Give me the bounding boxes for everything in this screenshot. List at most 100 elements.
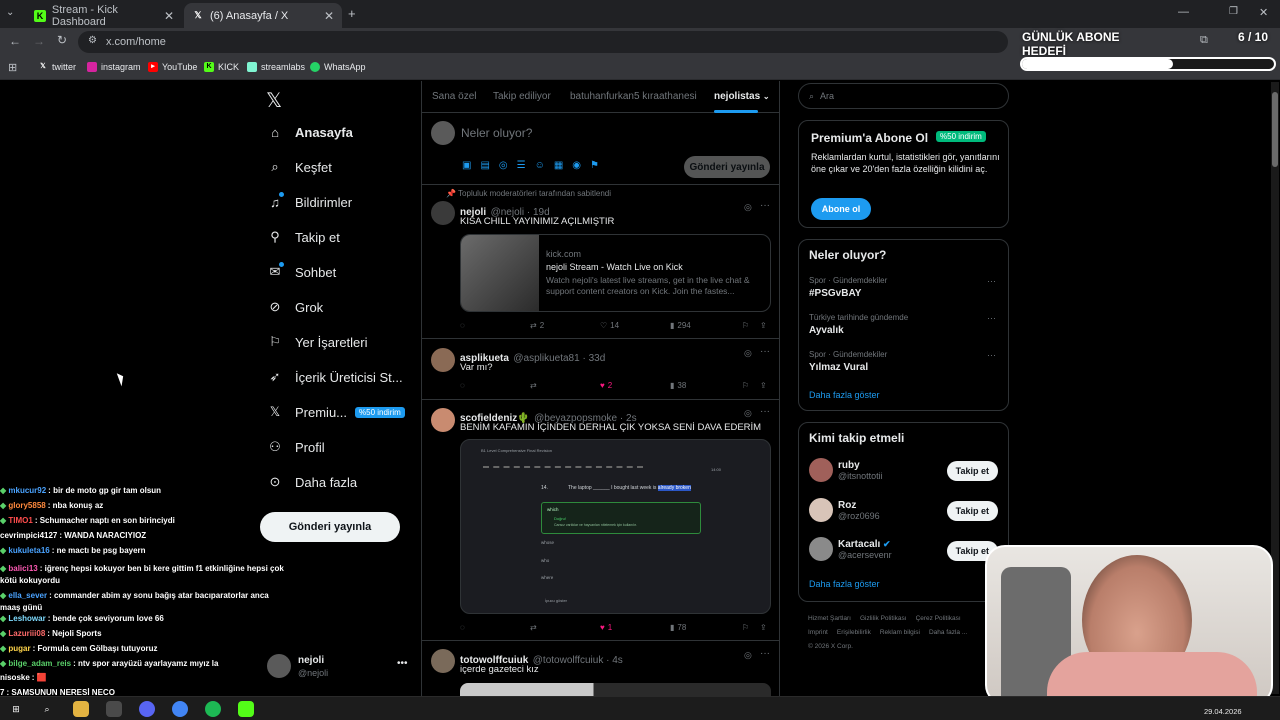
chrome-icon[interactable]	[172, 701, 188, 717]
discord-icon[interactable]	[139, 701, 155, 717]
footer-link[interactable]: Çerez Politikası	[916, 612, 961, 626]
like-button[interactable]: ♥ 2	[600, 381, 612, 390]
bookmark-streamlabs[interactable]: streamlabs	[247, 62, 305, 72]
forward-icon[interactable]: →	[33, 34, 45, 48]
footer-link[interactable]: Erişilebilirlik	[837, 626, 871, 640]
like-button[interactable]: ♡ 14	[600, 321, 619, 330]
poll-icon[interactable]: ☰	[517, 160, 526, 171]
location-icon[interactable]: ◉	[572, 160, 581, 171]
reply-button[interactable]: ◌	[460, 321, 465, 330]
trend-item[interactable]: Spor · Gündemdekiler Yılmaz Vural	[809, 350, 887, 373]
search-input[interactable]: ⌕ Ara	[798, 83, 1009, 109]
bookmark-instagram[interactable]: instagram	[87, 62, 141, 72]
reply-button[interactable]: ◌	[460, 381, 465, 390]
tab-for-you[interactable]: Sana özel	[432, 91, 476, 102]
link-card[interactable]: kick.com nejoli Stream - Watch Live on K…	[460, 234, 771, 312]
post-media[interactable]	[460, 683, 771, 696]
views-button[interactable]: ▮ 294	[670, 321, 691, 330]
footer-link[interactable]: Imprint	[808, 626, 828, 640]
avatar[interactable]	[431, 408, 455, 432]
flag-icon[interactable]: ⚑	[590, 160, 599, 171]
grok-icon[interactable]: ◎	[744, 408, 752, 419]
tab-following[interactable]: Takip ediliyor	[493, 91, 551, 102]
follow-item[interactable]: Roz @roz0696	[809, 498, 880, 522]
trend-item[interactable]: Türkiye tarihinde gündemde Ayvalık	[809, 313, 908, 336]
post[interactable]: totowolffcuiuk @totowolffcuiuk · 4s ◎ ··…	[422, 641, 779, 696]
sidebar-item-profile[interactable]: ⚇ Profil	[267, 439, 324, 455]
sidebar-item-rocket[interactable]: ➶ İçerik Üreticisi St...	[267, 369, 403, 385]
subscribe-button[interactable]: Abone ol	[811, 198, 871, 220]
views-button[interactable]: ▮ 78	[670, 623, 686, 632]
trends-show-more[interactable]: Daha fazla göster	[809, 390, 880, 400]
start-icon[interactable]: ⊞	[8, 701, 24, 717]
compose-input[interactable]: Neler oluyor?	[461, 126, 532, 140]
bookmark-icon[interactable]: ⚐	[742, 381, 749, 390]
sidebar-item-bell[interactable]: ♫ Bildirimler	[267, 191, 352, 210]
post-pinned[interactable]: 📌 Topluluk moderatörleri tarafından sabi…	[422, 185, 779, 339]
reload-icon[interactable]: ↻	[57, 33, 67, 47]
grok-icon[interactable]: ◎	[744, 650, 752, 661]
follow-button[interactable]: Takip et	[946, 461, 998, 481]
file-explorer-icon[interactable]	[73, 701, 89, 717]
browser-tab-x[interactable]: 𝕏 (6) Anasayfa / X ✕	[184, 3, 342, 28]
quiz-option[interactable]: whose	[541, 540, 554, 545]
more-icon[interactable]: •••	[397, 658, 408, 669]
quiz-option-correct[interactable]: which Doğru! Cansız varlıklar ve hayvanl…	[541, 502, 701, 534]
post[interactable]: scofieldeniz🌵 @beyazpopsmoke · 2s ◎ ··· …	[422, 400, 779, 641]
close-window-icon[interactable]: ✕	[1259, 6, 1268, 19]
bookmark-icon[interactable]: ⚐	[742, 321, 749, 330]
post[interactable]: asplikueta @asplikueta81 · 33d ◎ ··· Var…	[422, 339, 779, 400]
spotify-icon[interactable]	[205, 701, 221, 717]
sidebar-item-home[interactable]: ⌂ Anasayfa	[267, 124, 353, 140]
address-bar[interactable]: ⚙ x.com/home	[78, 31, 1008, 53]
search-icon[interactable]: ⌕	[39, 701, 55, 717]
kick-app-icon[interactable]	[238, 701, 254, 717]
scrollbar-thumb[interactable]	[1272, 92, 1278, 167]
media-icon[interactable]: ▣	[462, 160, 471, 171]
trend-item[interactable]: Spor · Gündemdekiler #PSGvBAY	[809, 276, 887, 299]
restore-icon[interactable]: ❐	[1229, 6, 1238, 17]
tab-list-kiraathanesi[interactable]: batuhanfurkan5 kıraathanesi	[570, 91, 697, 102]
like-button[interactable]: ♥ 1	[600, 623, 612, 632]
footer-link[interactable]: Reklam bilgisi	[880, 626, 920, 640]
sidebar-item-add-user[interactable]: ⚲ Takip et	[267, 229, 340, 245]
more-icon[interactable]: ···	[987, 313, 996, 323]
bookmark-whatsapp[interactable]: WhatsApp	[310, 62, 366, 72]
tab-search-icon[interactable]: ⌄	[6, 7, 14, 18]
sidebar-item-x-logo[interactable]: 𝕏 Premiu... %50 indirim	[267, 404, 405, 420]
sidebar-item-bookmark[interactable]: ⚐ Yer İşaretleri	[267, 334, 367, 350]
compose-post-button[interactable]: Gönderi yayınla	[684, 156, 770, 178]
app-icon[interactable]	[106, 701, 122, 717]
avatar[interactable]	[431, 649, 455, 673]
follow-item[interactable]: ruby @itsnottotii	[809, 458, 883, 482]
more-icon[interactable]: ···	[760, 346, 770, 357]
gif-icon[interactable]: ▤	[480, 160, 489, 171]
footer-link[interactable]: Hizmet Şartları	[808, 612, 851, 626]
grok-icon[interactable]: ◎	[744, 348, 752, 359]
grok-icon[interactable]: ◎	[744, 202, 752, 213]
views-button[interactable]: ▮ 38	[670, 381, 686, 390]
follow-item[interactable]: Kartacalı ✔ @acersevenr	[809, 537, 892, 561]
follow-show-more[interactable]: Daha fazla göster	[809, 579, 880, 589]
reply-button[interactable]: ◌	[460, 623, 465, 632]
new-tab-icon[interactable]: +	[348, 6, 356, 21]
sidebar-item-chat[interactable]: ✉ Sohbet	[267, 261, 336, 280]
extensions-icon[interactable]: ⧉	[1200, 34, 1208, 47]
repost-button[interactable]: ⇄	[530, 381, 537, 390]
sidebar-item-grok[interactable]: ⊘ Grok	[267, 299, 324, 315]
quiz-option[interactable]: where	[541, 575, 553, 580]
grok-icon[interactable]: ◎	[499, 160, 508, 171]
back-icon[interactable]: ←	[9, 34, 21, 48]
bookmark-icon[interactable]: ⚐	[742, 623, 749, 632]
schedule-icon[interactable]: ▦	[554, 160, 563, 171]
more-icon[interactable]: ···	[987, 276, 996, 286]
repost-button[interactable]: ⇄	[530, 623, 537, 632]
minimize-icon[interactable]: —	[1178, 6, 1189, 18]
bookmark-kick[interactable]: K KICK	[204, 62, 239, 72]
sidebar-item-search[interactable]: ⌕ Keşfet	[267, 159, 332, 175]
browser-tab-kick[interactable]: K Stream - Kick Dashboard ✕	[26, 3, 182, 28]
footer-link[interactable]: Gizlilik Politikası	[860, 612, 907, 626]
site-info-icon[interactable]: ⚙	[88, 35, 97, 46]
bookmark-twitter[interactable]: 𝕏twitter	[38, 62, 76, 72]
emoji-icon[interactable]: ☺	[535, 160, 545, 171]
